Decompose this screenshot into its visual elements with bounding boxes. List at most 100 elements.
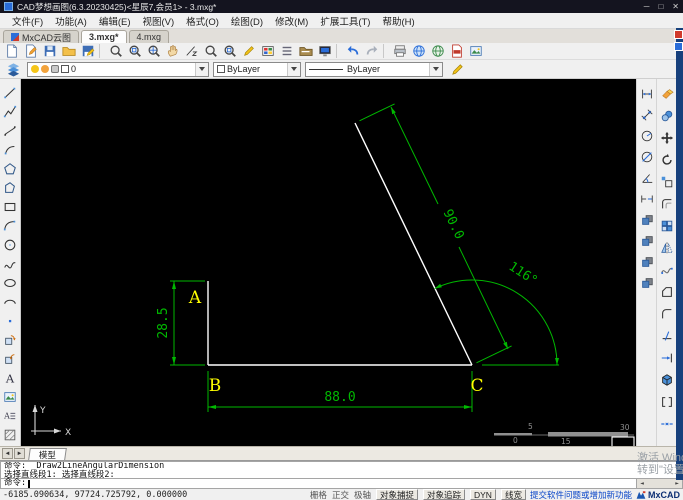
- polygon-edge-icon[interactable]: [1, 178, 19, 197]
- layer-list-icon[interactable]: [277, 43, 296, 59]
- linetype-select[interactable]: ByLayer: [305, 61, 443, 77]
- color-select[interactable]: ByLayer: [213, 61, 301, 77]
- mtext-icon[interactable]: [1, 406, 19, 425]
- scale-icon[interactable]: [658, 171, 676, 193]
- docked-panel-strip[interactable]: [676, 28, 683, 480]
- undo-icon[interactable]: [343, 43, 362, 59]
- tab-mxcad-cloud[interactable]: MxCAD云图: [3, 30, 79, 43]
- menu-file[interactable]: 文件(F): [6, 13, 49, 29]
- dim-radius-icon[interactable]: [638, 125, 656, 146]
- chamfer-icon[interactable]: [658, 281, 676, 303]
- new-file-icon[interactable]: [2, 43, 21, 59]
- rotate-icon[interactable]: [658, 149, 676, 171]
- zoom-extents-icon[interactable]: [106, 43, 125, 59]
- close-button[interactable]: ✕: [672, 2, 679, 11]
- block-insert-icon[interactable]: [1, 330, 19, 349]
- polygon-icon[interactable]: [1, 159, 19, 178]
- layout-next-button[interactable]: ►: [14, 448, 25, 459]
- web-publish-icon[interactable]: [409, 43, 428, 59]
- arc-icon[interactable]: [1, 216, 19, 235]
- block-create-icon[interactable]: [1, 349, 19, 368]
- point-icon[interactable]: [1, 311, 19, 330]
- zoom-realtime-icon[interactable]: [201, 43, 220, 59]
- save-as-icon[interactable]: [78, 43, 97, 59]
- circle-icon[interactable]: [1, 235, 19, 254]
- minimize-button[interactable]: ─: [644, 2, 650, 11]
- drawing-canvas[interactable]: 28.5 88.0 90.0 116° A B C 5 0 15 30 X Y: [21, 79, 636, 446]
- dim-diameter-icon[interactable]: [638, 146, 656, 167]
- erase-icon[interactable]: [658, 83, 676, 105]
- pan-icon[interactable]: [163, 43, 182, 59]
- block-tool-3-icon[interactable]: [638, 251, 656, 272]
- menu-help[interactable]: 帮助(H): [376, 13, 420, 29]
- tab-drawing-4[interactable]: 4.mxg: [128, 30, 170, 43]
- command-input[interactable]: 命令:: [0, 478, 637, 489]
- corner-rectangle[interactable]: [611, 436, 635, 446]
- layer-select[interactable]: 0: [27, 61, 209, 77]
- toggle-grid[interactable]: 栅格: [310, 489, 327, 500]
- zoom-dynamic-icon[interactable]: [144, 43, 163, 59]
- zoom-window-icon[interactable]: [125, 43, 144, 59]
- tab-drawing-3[interactable]: 3.mxg*: [81, 30, 127, 43]
- menu-draw[interactable]: 绘图(D): [225, 13, 269, 29]
- dim-angular-icon[interactable]: [638, 167, 656, 188]
- toggle-dyn[interactable]: DYN: [470, 489, 496, 500]
- geometry-lines[interactable]: [207, 122, 473, 366]
- polyline-icon[interactable]: [1, 102, 19, 121]
- draw-sketch-icon[interactable]: [239, 43, 258, 59]
- maximize-button[interactable]: □: [658, 2, 663, 11]
- toggle-polar[interactable]: 极轴: [354, 489, 371, 500]
- extend-icon[interactable]: [658, 347, 676, 369]
- dim-aligned-value[interactable]: 90.0: [440, 207, 467, 242]
- point-labels[interactable]: A B C: [188, 288, 484, 396]
- zoom-object-icon[interactable]: [220, 43, 239, 59]
- save-icon[interactable]: [40, 43, 59, 59]
- print-icon[interactable]: [390, 43, 409, 59]
- draw-order-pencil-icon[interactable]: [447, 61, 467, 78]
- scroll-left-button[interactable]: ◄: [637, 480, 647, 487]
- ellipse-icon[interactable]: [1, 273, 19, 292]
- hatch-icon[interactable]: [1, 425, 19, 444]
- file-manager-icon[interactable]: [296, 43, 315, 59]
- alert-panel-icon[interactable]: [674, 30, 683, 39]
- pdf-export-icon[interactable]: [447, 43, 466, 59]
- construction-line-icon[interactable]: [1, 121, 19, 140]
- dimension-angle[interactable]: [434, 279, 559, 366]
- layer-on-icon[interactable]: [31, 65, 39, 73]
- dim-aligned-icon[interactable]: [638, 104, 656, 125]
- toggle-otrack[interactable]: 对象追踪: [422, 489, 465, 500]
- model-tab[interactable]: 模型: [28, 447, 67, 460]
- layout-prev-button[interactable]: ◄: [2, 448, 13, 459]
- scroll-right-button[interactable]: ►: [672, 480, 682, 487]
- block-tool-2-icon[interactable]: [638, 230, 656, 251]
- move-icon[interactable]: [658, 127, 676, 149]
- trim-icon[interactable]: [658, 325, 676, 347]
- ellipse-arc-icon[interactable]: [1, 292, 19, 311]
- layer-lock-icon[interactable]: [51, 65, 59, 73]
- dimension-aligned[interactable]: [359, 103, 512, 364]
- menu-function[interactable]: 功能(A): [49, 13, 93, 29]
- rectangle-icon[interactable]: [1, 197, 19, 216]
- image-export-icon[interactable]: [466, 43, 485, 59]
- break-icon[interactable]: [658, 391, 676, 413]
- join-icon[interactable]: [658, 413, 676, 435]
- block-tool-4-icon[interactable]: [638, 272, 656, 293]
- open-folder-icon[interactable]: [59, 43, 78, 59]
- layer-dropdown-arrow[interactable]: [195, 62, 208, 76]
- spline-icon[interactable]: [1, 254, 19, 273]
- layer-freeze-icon[interactable]: [41, 65, 49, 73]
- color-settings-icon[interactable]: [258, 43, 277, 59]
- cloud-panel-icon[interactable]: [674, 42, 683, 51]
- line-icon[interactable]: [1, 83, 19, 102]
- offset-icon[interactable]: [658, 193, 676, 215]
- fillet-icon[interactable]: [658, 303, 676, 325]
- menu-ext-tools[interactable]: 扩展工具(T): [314, 13, 376, 29]
- block-tool-1-icon[interactable]: [638, 209, 656, 230]
- menu-modify[interactable]: 修改(M): [269, 13, 314, 29]
- linetype-dropdown-arrow[interactable]: [429, 62, 442, 76]
- toggle-lineweight[interactable]: 线宽: [500, 489, 526, 500]
- menu-edit[interactable]: 编辑(E): [93, 13, 137, 29]
- copy-icon[interactable]: [658, 105, 676, 127]
- menu-view[interactable]: 视图(V): [136, 13, 180, 29]
- open-edit-icon[interactable]: [21, 43, 40, 59]
